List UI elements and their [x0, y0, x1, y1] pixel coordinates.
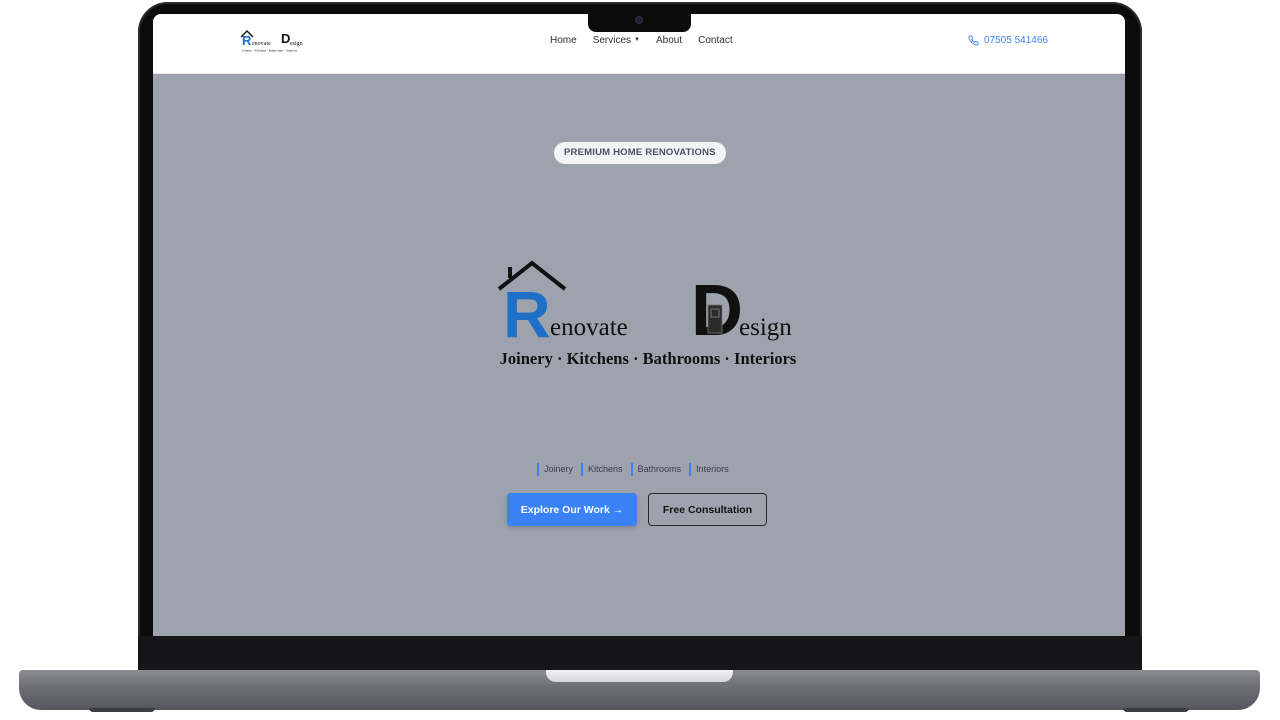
chevron-down-icon: ▼ [634, 37, 640, 44]
laptop-foot-left [89, 708, 155, 712]
header-logo-tagline: Joinery · Kitchens · Bathrooms · Interio… [242, 49, 298, 53]
hero-logo-word2: esign [739, 314, 792, 341]
nav-about[interactable]: About [656, 35, 682, 46]
laptop-base [19, 670, 1260, 712]
category-interiors: Interiors [689, 463, 729, 476]
phone-icon [968, 35, 979, 46]
hero-badge: PREMIUM HOME RENOVATIONS [554, 142, 726, 164]
phone-link[interactable]: 07505 541466 [968, 35, 1048, 46]
hero-logo: R enovate D esign Joinery · Kitchens · B… [493, 259, 813, 374]
category-bathrooms: Bathrooms [630, 463, 681, 476]
service-categories: Joinery Kitchens Bathrooms Interiors [537, 463, 729, 476]
nav-services-label: Services [592, 35, 632, 46]
laptop-foot-right [1123, 708, 1189, 712]
category-joinery: Joinery [537, 463, 573, 476]
header-logo[interactable]: R enovate D esign Joinery · Kitchens · B… [240, 28, 310, 54]
free-consultation-button[interactable]: Free Consultation [648, 493, 767, 526]
camera-icon [636, 17, 642, 23]
laptop-groove [546, 670, 733, 682]
header-logo-r: R [242, 33, 252, 48]
hero-logo-tagline: Joinery · Kitchens · Bathrooms · Interio… [500, 349, 797, 368]
phone-number: 07505 541466 [984, 35, 1048, 46]
hero-logo-word1: enovate [550, 314, 628, 341]
header-logo-word1: enovate [252, 41, 271, 47]
door-icon [707, 304, 723, 334]
nav-services[interactable]: Services ▼ [593, 35, 640, 46]
nav-home[interactable]: Home [550, 35, 577, 46]
header-logo-d: D [281, 31, 290, 46]
category-kitchens: Kitchens [581, 463, 623, 476]
nav-contact[interactable]: Contact [698, 35, 732, 46]
browser-viewport: R enovate D esign Joinery · Kitchens · B… [153, 14, 1125, 636]
explore-our-work-button[interactable]: Explore Our Work → [507, 493, 637, 526]
hero-logo-r: R [503, 277, 551, 351]
header-logo-word2: esign [290, 41, 303, 47]
camera-notch [588, 13, 691, 32]
main-nav: Home Services ▼ About Contact [550, 35, 733, 46]
laptop-chin [138, 636, 1142, 670]
